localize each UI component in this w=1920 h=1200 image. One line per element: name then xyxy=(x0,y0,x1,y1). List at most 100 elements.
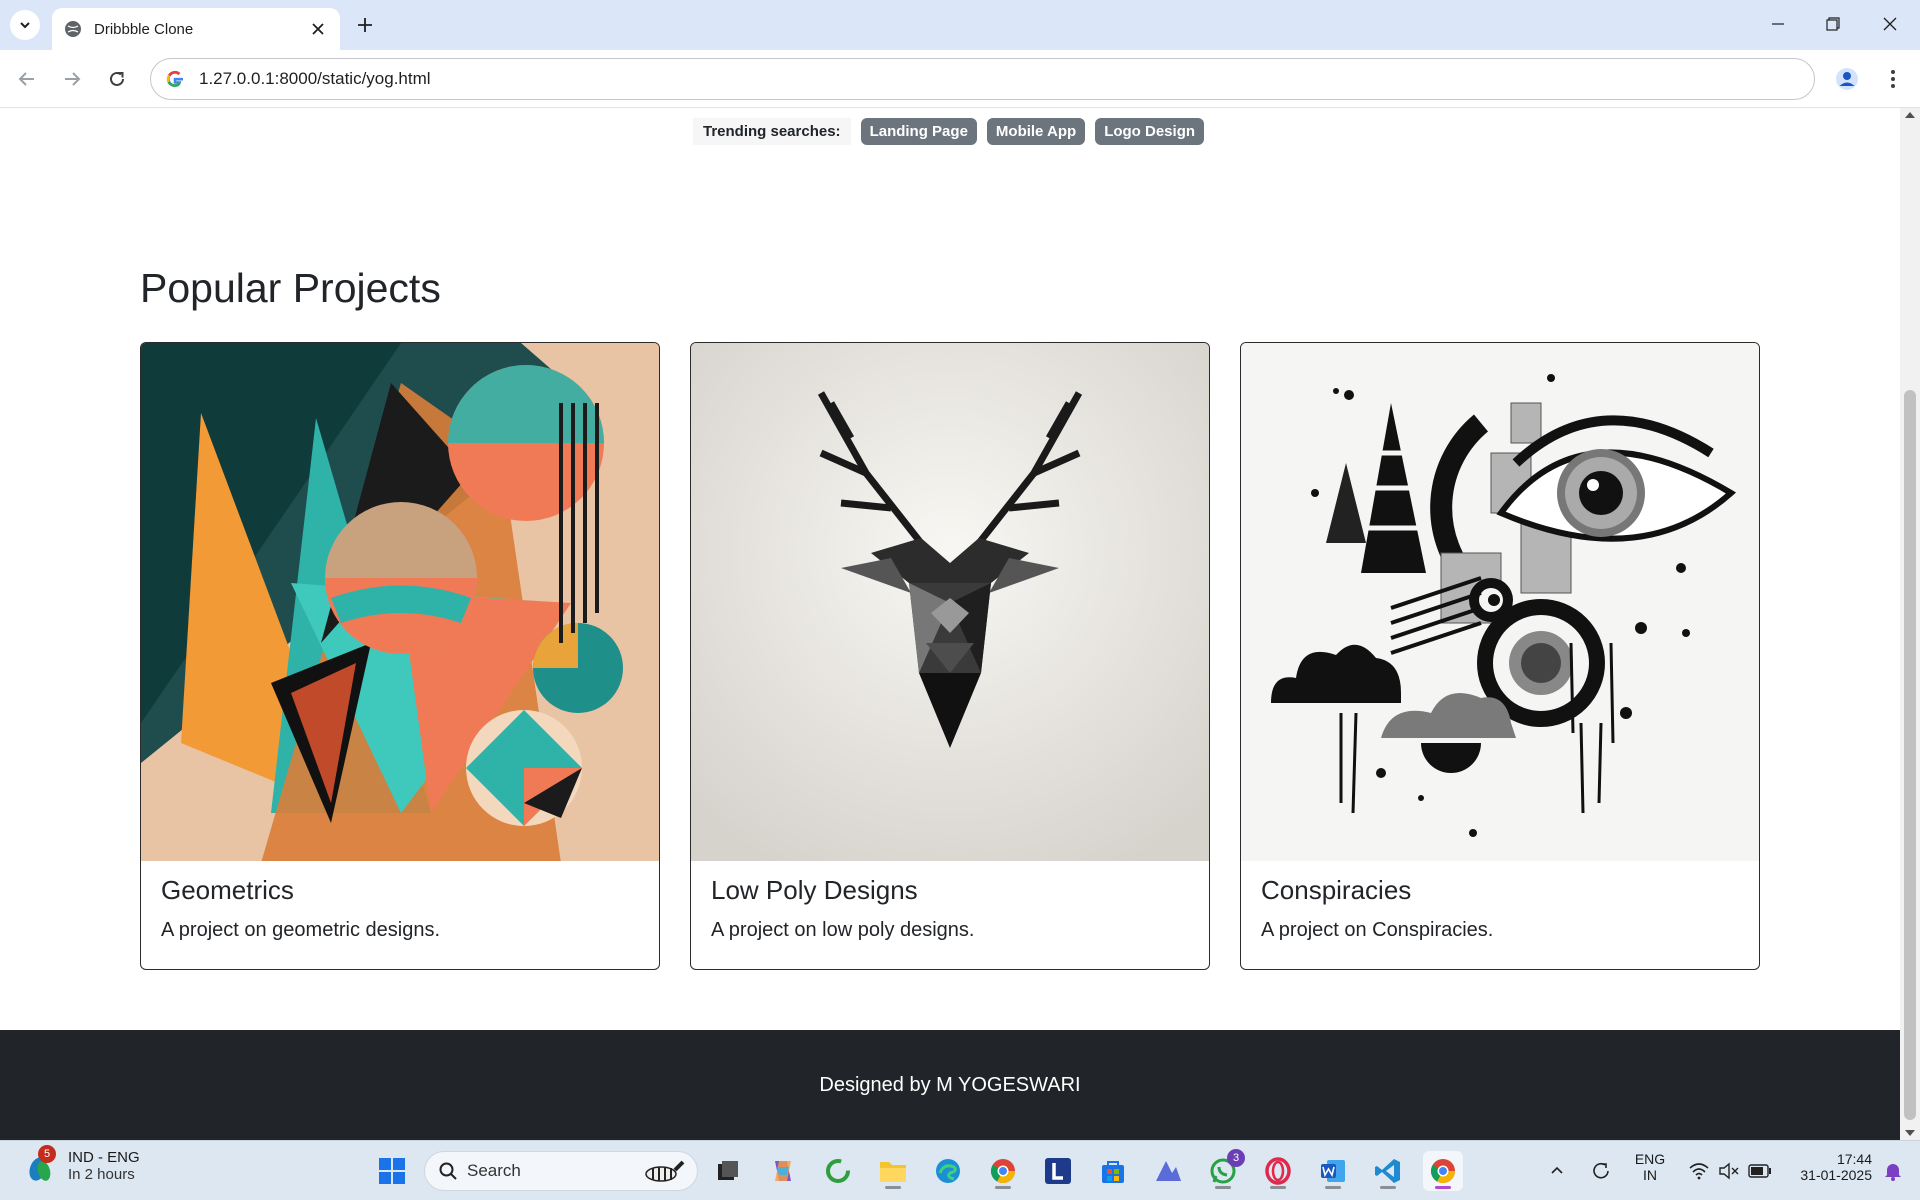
card-description: A project on geometric designs. xyxy=(161,919,441,941)
azure-app[interactable] xyxy=(1148,1151,1188,1191)
letter-l-icon xyxy=(1045,1158,1071,1184)
forward-button[interactable] xyxy=(55,62,89,96)
sync-status-button[interactable] xyxy=(1584,1151,1618,1191)
taskbar-search-placeholder: Search xyxy=(467,1161,521,1180)
whatsapp-badge: 3 xyxy=(1227,1149,1245,1167)
card-description: A project on low poly designs. xyxy=(711,919,975,941)
wifi-icon xyxy=(1689,1163,1709,1180)
chrome-app[interactable] xyxy=(983,1151,1023,1191)
language-line2: IN xyxy=(1643,1167,1657,1183)
kebab-menu-icon xyxy=(1891,70,1895,88)
back-button[interactable] xyxy=(10,62,44,96)
close-tab-button[interactable] xyxy=(308,19,328,39)
reload-button[interactable] xyxy=(100,62,134,96)
minimize-button[interactable] xyxy=(1758,8,1798,40)
project-card-low-poly[interactable]: Low Poly Designs A project on low poly d… xyxy=(690,342,1210,970)
profile-button[interactable] xyxy=(1830,62,1864,96)
edge-app[interactable] xyxy=(928,1151,968,1191)
page-scrollbar[interactable] xyxy=(1900,108,1920,1140)
folder-icon xyxy=(880,1162,906,1182)
card-title: Conspiracies xyxy=(1261,875,1412,905)
chrome-icon xyxy=(1430,1159,1455,1184)
weather-widget[interactable]: 5 IND - ENG In 2 hours xyxy=(24,1145,140,1183)
project-card-geometrics[interactable]: Geometrics A project on geometric design… xyxy=(140,342,660,970)
running-indicator xyxy=(1325,1186,1341,1189)
scroll-up-arrow-icon[interactable] xyxy=(1905,112,1915,118)
person-icon xyxy=(1836,68,1858,90)
weather-line2: In 2 hours xyxy=(68,1166,135,1183)
footer-credit: Designed by M YOGESWARI xyxy=(819,1073,1081,1096)
clock-time: 17:44 xyxy=(1836,1151,1872,1167)
bell-icon xyxy=(1885,1164,1901,1181)
trending-pill-logo-design[interactable]: Logo Design xyxy=(1095,117,1205,145)
restore-button[interactable] xyxy=(1813,8,1853,40)
chrome-icon xyxy=(990,1159,1015,1184)
windows-logo-icon xyxy=(379,1158,405,1184)
task-view-button[interactable] xyxy=(708,1151,748,1191)
start-button[interactable] xyxy=(372,1151,412,1191)
minimize-icon xyxy=(1772,23,1784,25)
store-icon xyxy=(1102,1161,1124,1183)
trending-label: Trending searches: xyxy=(693,117,851,145)
close-icon xyxy=(1883,17,1897,31)
new-tab-button[interactable] xyxy=(352,12,378,38)
chrome-active-app[interactable] xyxy=(1423,1151,1463,1191)
chevron-up-icon xyxy=(1551,1166,1563,1174)
mountain-icon xyxy=(1156,1161,1181,1181)
trending-pill-landing-page[interactable]: Landing Page xyxy=(860,117,977,145)
close-window-button[interactable] xyxy=(1870,8,1910,40)
card-title: Geometrics xyxy=(161,875,294,905)
taskbar-search[interactable]: Search xyxy=(424,1151,698,1191)
tab-title: Dribbble Clone xyxy=(94,20,194,38)
address-bar[interactable]: 1.27.0.0.1:8000/static/yog.html xyxy=(150,58,1815,100)
microsoft-store-app[interactable] xyxy=(1093,1151,1133,1191)
show-hidden-icons-button[interactable] xyxy=(1542,1151,1572,1191)
circle-arrows-icon xyxy=(826,1159,850,1183)
low-poly-deer-image xyxy=(691,343,1209,861)
page-footer: Designed by M YOGESWARI xyxy=(0,1030,1900,1140)
speaker-muted-icon xyxy=(1719,1162,1739,1180)
reload-icon xyxy=(110,71,124,86)
opera-icon xyxy=(1265,1157,1291,1185)
copilot-app[interactable] xyxy=(763,1151,803,1191)
sync-icon xyxy=(1593,1162,1609,1179)
battery-icon xyxy=(1748,1164,1771,1178)
scroll-down-arrow-icon[interactable] xyxy=(1905,1130,1915,1136)
word-icon xyxy=(1321,1160,1345,1182)
file-explorer-app[interactable] xyxy=(873,1151,913,1191)
whatsapp-app[interactable]: 3 xyxy=(1203,1149,1245,1191)
clock-date: 31-01-2025 xyxy=(1800,1167,1872,1183)
trending-searches: Trending searches: Landing Page Mobile A… xyxy=(693,117,1205,145)
opera-app[interactable] xyxy=(1258,1151,1298,1191)
copilot-icon xyxy=(775,1161,791,1181)
language-indicator[interactable]: ENG IN xyxy=(1630,1151,1670,1183)
word-app[interactable] xyxy=(1313,1151,1353,1191)
running-indicator xyxy=(885,1186,901,1189)
running-indicator xyxy=(1380,1186,1396,1189)
weather-badge: 5 xyxy=(38,1145,56,1163)
windows-taskbar: 5 IND - ENG In 2 hours Search 3 ENG IN 1… xyxy=(0,1140,1920,1200)
notifications-button[interactable] xyxy=(1876,1151,1910,1191)
url-text: 1.27.0.0.1:8000/static/yog.html xyxy=(199,69,431,88)
tab-search-button[interactable] xyxy=(10,10,40,40)
project-card-conspiracies[interactable]: Conspiracies A project on Conspiracies. xyxy=(1240,342,1760,970)
vscode-icon xyxy=(1375,1159,1400,1183)
active-indicator xyxy=(1435,1186,1451,1189)
weather-line1: IND - ENG xyxy=(68,1149,140,1166)
browser-menu-button[interactable] xyxy=(1876,62,1910,96)
task-view-icon xyxy=(718,1161,738,1180)
vscode-app[interactable] xyxy=(1368,1151,1408,1191)
browser-toolbar: 1.27.0.0.1:8000/static/yog.html xyxy=(0,50,1920,108)
quick-settings-button[interactable] xyxy=(1680,1151,1780,1191)
running-indicator xyxy=(1270,1186,1286,1189)
clock[interactable]: 17:44 31-01-2025 xyxy=(1782,1151,1872,1183)
refresh-app[interactable] xyxy=(818,1151,858,1191)
l-app[interactable] xyxy=(1038,1151,1078,1191)
scrollbar-thumb[interactable] xyxy=(1904,390,1916,1120)
chevron-down-icon xyxy=(20,22,30,29)
browser-tab[interactable]: Dribbble Clone xyxy=(52,8,340,50)
cricket-icon: 5 xyxy=(24,1145,58,1183)
running-indicator xyxy=(995,1186,1011,1189)
trending-pill-mobile-app[interactable]: Mobile App xyxy=(986,117,1086,145)
arrow-right-icon xyxy=(65,72,81,86)
